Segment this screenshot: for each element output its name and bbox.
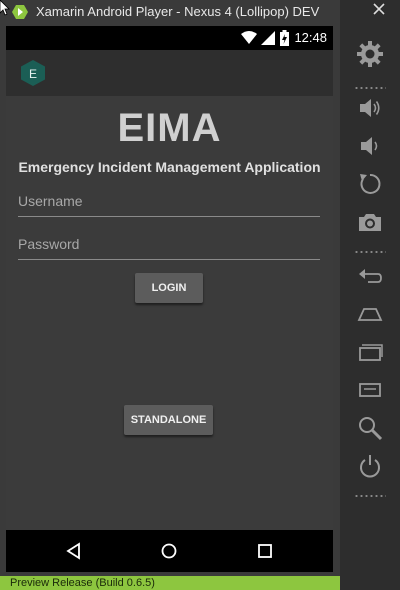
- build-label: (Build 0.6.5): [95, 577, 155, 589]
- window-title: Xamarin Android Player - Nexus 4 (Lollip…: [36, 4, 320, 19]
- emulator-window: Xamarin Android Player - Nexus 4 (Lollip…: [0, 0, 340, 590]
- device-screen: 12:48 E EIMA Emergency Incident Manageme…: [6, 26, 333, 572]
- app-heading: EIMA: [117, 106, 222, 150]
- nav-back-icon[interactable]: [63, 540, 85, 562]
- login-button[interactable]: LOGIN: [135, 273, 203, 303]
- camera-icon[interactable]: [356, 208, 384, 236]
- power-icon[interactable]: [356, 452, 384, 480]
- app-badge-letter: E: [29, 67, 37, 81]
- volume-up-icon[interactable]: [356, 94, 384, 122]
- app-subtitle: Emergency Incident Management Applicatio…: [18, 159, 321, 175]
- release-label: Preview Release: [10, 577, 93, 589]
- android-nav-bar: [6, 530, 333, 572]
- emulator-side-panel: [340, 0, 400, 590]
- app-action-bar: E: [6, 50, 333, 96]
- title-bar: Xamarin Android Player - Nexus 4 (Lollip…: [0, 0, 340, 24]
- menu-icon[interactable]: [356, 376, 384, 404]
- password-input[interactable]: [18, 231, 320, 260]
- search-icon[interactable]: [356, 414, 384, 442]
- app-logo-icon[interactable]: E: [19, 59, 47, 87]
- standalone-button[interactable]: STANDALONE: [124, 405, 213, 435]
- rotate-icon[interactable]: [356, 170, 384, 198]
- preview-release-bar: Preview Release (Build 0.6.5): [0, 576, 340, 590]
- status-time: 12:48: [294, 30, 327, 45]
- nav-home-icon[interactable]: [158, 540, 180, 562]
- back-icon[interactable]: [356, 262, 384, 290]
- xamarin-logo-icon: [12, 5, 28, 19]
- settings-icon[interactable]: [356, 40, 384, 68]
- separator-dots: [354, 495, 386, 497]
- wifi-icon: [241, 31, 257, 44]
- close-icon[interactable]: [372, 2, 386, 16]
- home-icon[interactable]: [356, 300, 384, 328]
- mouse-cursor-icon: [0, 0, 10, 16]
- battery-charging-icon: [280, 30, 289, 46]
- volume-down-icon[interactable]: [356, 132, 384, 160]
- username-input[interactable]: [18, 188, 320, 217]
- separator-dots: [354, 251, 386, 253]
- android-status-bar: 12:48: [6, 26, 333, 50]
- nav-recents-icon[interactable]: [254, 540, 276, 562]
- separator-dots: [354, 87, 386, 89]
- signal-icon: [261, 31, 275, 45]
- recents-icon[interactable]: [356, 338, 384, 366]
